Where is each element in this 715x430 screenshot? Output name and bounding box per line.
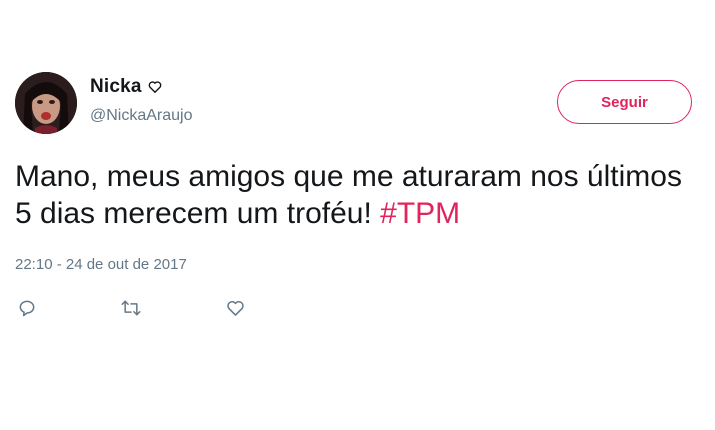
author-name-row: Nicka — [90, 76, 162, 98]
follow-button[interactable]: Seguir — [557, 80, 692, 124]
author-handle[interactable]: @NickaAraujo — [90, 107, 193, 125]
tweet-text-body: Mano, meus amigos que me aturaram nos úl… — [15, 160, 682, 230]
retweet-icon — [121, 300, 141, 316]
like-button[interactable] — [223, 296, 247, 320]
hashtag-link[interactable]: #TPM — [380, 197, 460, 230]
tweet-actions — [15, 296, 275, 320]
tweet-timestamp[interactable]: 22:10 - 24 de out de 2017 — [15, 256, 187, 273]
like-heart-icon — [226, 301, 244, 316]
profile-photo-icon — [15, 72, 77, 134]
heart-outline-icon — [148, 80, 162, 94]
reply-button[interactable] — [15, 296, 39, 320]
display-name[interactable]: Nicka — [90, 76, 142, 98]
retweet-button[interactable] — [119, 296, 143, 320]
tweet-card: Nicka @NickaAraujo Seguir Mano, meus ami… — [0, 0, 715, 430]
avatar[interactable] — [15, 72, 77, 134]
reply-icon — [19, 300, 35, 317]
tweet-text: Mano, meus amigos que me aturaram nos úl… — [15, 158, 705, 232]
